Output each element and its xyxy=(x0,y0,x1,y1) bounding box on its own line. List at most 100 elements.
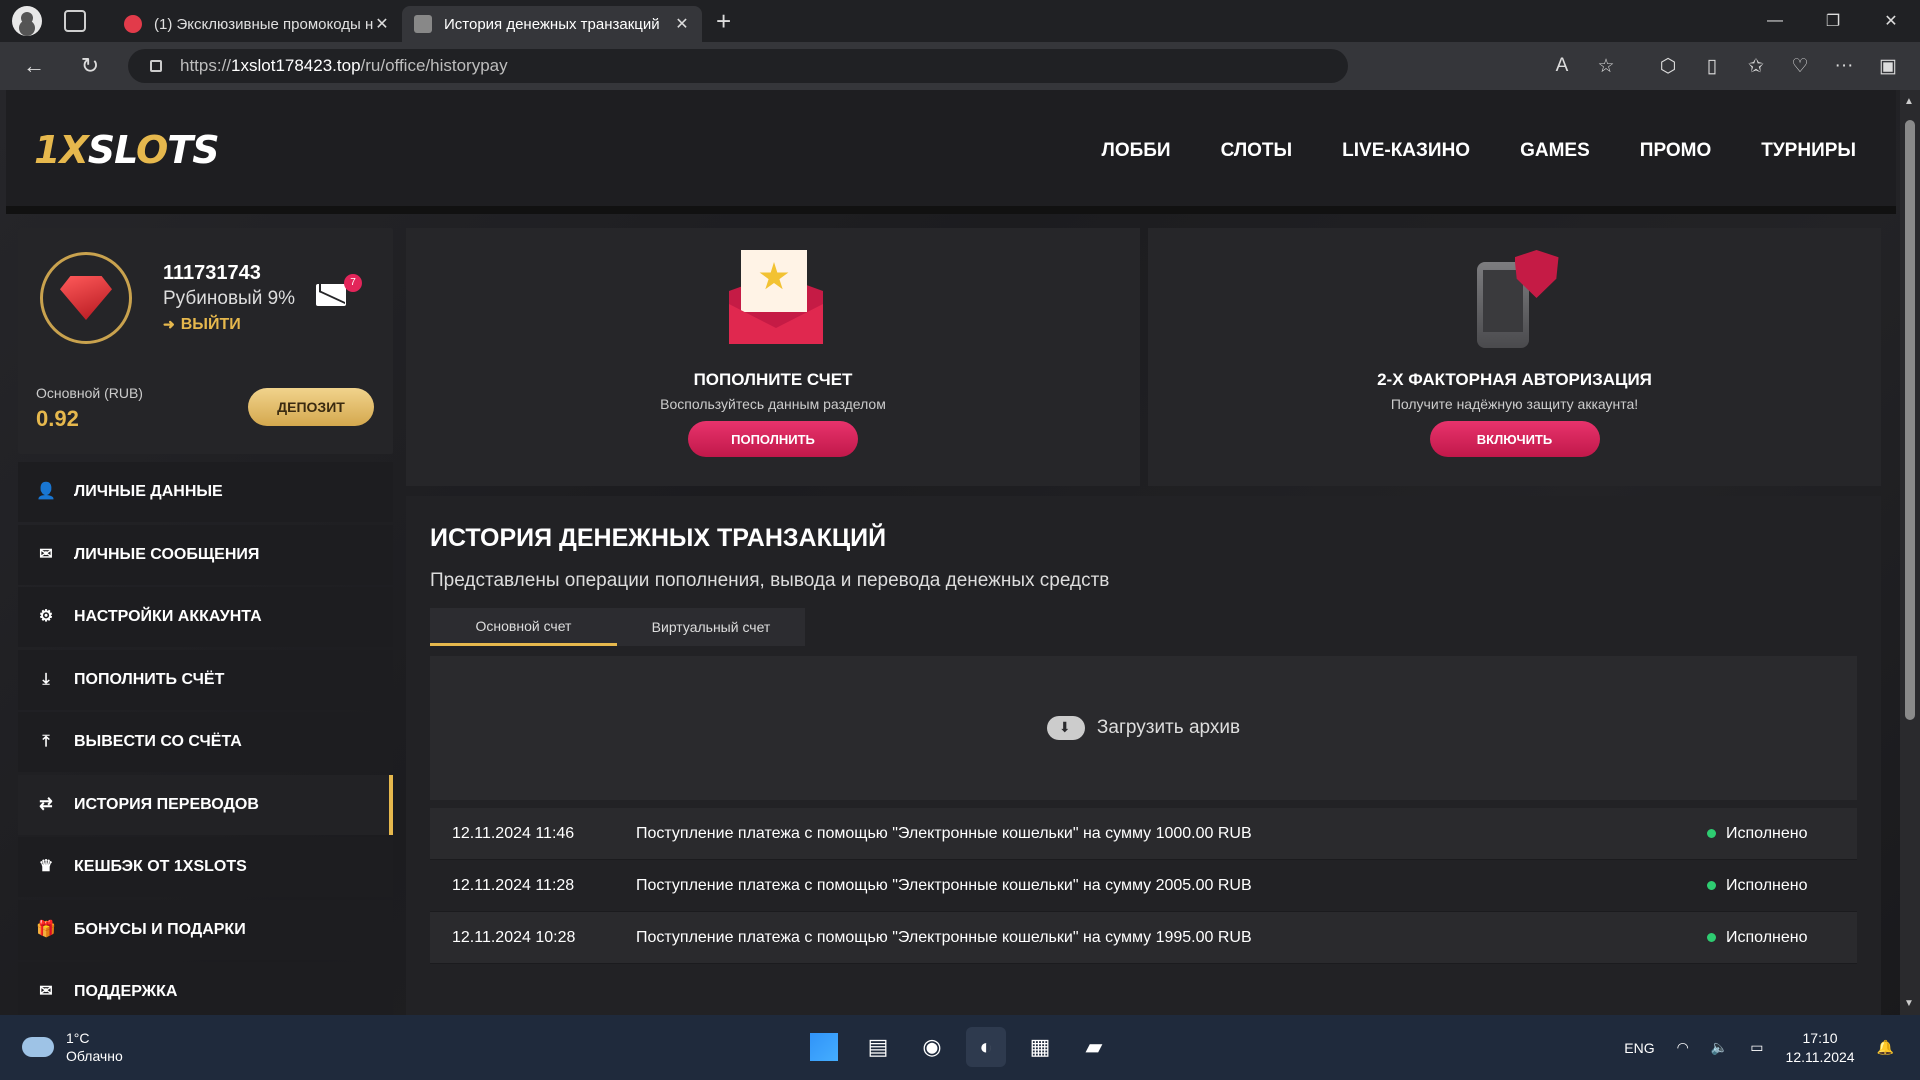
battery-icon[interactable]: ▭ xyxy=(1750,1039,1763,1056)
volume-icon[interactable]: 🔈 xyxy=(1711,1039,1728,1056)
deposit-button[interactable]: ДЕПОЗИТ xyxy=(248,388,374,426)
favorites-icon[interactable]: ✩ xyxy=(1734,55,1778,78)
os-taskbar: 1°C Облачно ▤ ◉ ◐ ▦ ▰ ENG ◠ 🔈 ▭ 17:10 12… xyxy=(0,1015,1920,1080)
transaction-description: Поступление платежа с помощью "Электронн… xyxy=(636,928,1252,946)
gift-icon: 🎁 xyxy=(36,920,56,938)
new-tab-icon[interactable]: + xyxy=(716,6,731,37)
workspaces-icon[interactable] xyxy=(64,10,86,32)
reload-icon[interactable]: ↻ xyxy=(70,46,110,86)
close-tab-icon[interactable]: ✕ xyxy=(374,14,390,34)
menu-item-account-settings[interactable]: ⚙ НАСТРОЙКИ АККАУНТА xyxy=(18,587,393,647)
download-archive-button[interactable]: Загрузить архив xyxy=(430,656,1857,800)
split-screen-icon[interactable]: ▯ xyxy=(1690,55,1734,78)
status-badge: Исполнено xyxy=(1707,825,1857,843)
close-window-icon[interactable]: ✕ xyxy=(1862,0,1920,42)
chat-icon[interactable]: ◉ xyxy=(912,1027,952,1067)
page-title: ИСТОРИЯ ДЕНЕЖНЫХ ТРАНЗАКЦИЙ xyxy=(430,524,887,552)
mail-icon[interactable] xyxy=(316,284,346,306)
menu-item-deposit[interactable]: ⤓ ПОПОЛНИТЬ СЧЁТ xyxy=(18,649,393,710)
page-viewport: 1XSLOTS ЛОББИ СЛОТЫ LIVE-КАЗИНО GAMES ПР… xyxy=(0,90,1920,1015)
back-arrow-icon[interactable]: ← xyxy=(14,46,54,86)
promo-card-deposit: ПОПОЛНИТЕ СЧЕТ Воспользуйтесь данным раз… xyxy=(406,228,1140,486)
site-favicon-icon xyxy=(124,15,142,33)
edge-browser-icon[interactable]: ◐ xyxy=(966,1027,1006,1067)
wifi-icon[interactable]: ◠ xyxy=(1677,1039,1689,1056)
scroll-up-icon[interactable]: ▲ xyxy=(1904,96,1914,107)
minimize-icon[interactable]: — xyxy=(1746,0,1804,42)
store-icon[interactable]: ▦ xyxy=(1020,1027,1060,1067)
browser-tab-promocodes[interactable]: (1) Эксклюзивные промокоды н ✕ xyxy=(112,6,402,42)
user-icon: 👤 xyxy=(36,483,56,500)
browser-tab-bar: (1) Эксклюзивные промокоды н ✕ История д… xyxy=(0,0,1920,42)
nav-promo[interactable]: ПРОМО xyxy=(1640,140,1711,162)
menu-item-transfer-history[interactable]: ⇄ ИСТОРИЯ ПЕРЕВОДОВ xyxy=(18,774,393,835)
menu-item-support[interactable]: ✉ ПОДДЕРЖКА xyxy=(18,962,393,1015)
promo-title: ПОПОЛНИТЕ СЧЕТ xyxy=(693,370,853,389)
url-field[interactable]: https://1xslot178423.top/ru/office/histo… xyxy=(128,49,1348,83)
profile-card: 111731743 Рубиновый 9% ➜ ВЫЙТИ 7 Основной… xyxy=(18,228,393,454)
status-dot-icon xyxy=(1707,933,1716,942)
scroll-down-icon[interactable]: ▼ xyxy=(1904,998,1914,1009)
account-menu: 👤 ЛИЧНЫЕ ДАННЫЕ ✉ ЛИЧНЫЕ СООБЩЕНИЯ ⚙ НАСТРО… xyxy=(18,462,393,1015)
windows-start-icon[interactable] xyxy=(810,1033,838,1061)
mail-count-badge: 7 xyxy=(344,274,362,292)
status-badge: Исполнено xyxy=(1707,929,1857,947)
phone-shield-icon xyxy=(1465,250,1565,350)
logout-icon: ➜ xyxy=(163,316,175,332)
menu-item-personal-data[interactable]: 👤 ЛИЧНЫЕ ДАННЫЕ xyxy=(18,462,393,522)
url-path: /ru/office/historypay xyxy=(360,56,508,75)
promo-card-2fa: 2-Х ФАКТОРНАЯ АВТОРИЗАЦИЯ Получите надёж… xyxy=(1148,228,1881,486)
scrollbar-thumb[interactable] xyxy=(1905,120,1915,720)
status-dot-icon xyxy=(1707,829,1716,838)
promo-subtitle: Получите надёжную защиту аккаунта! xyxy=(1390,396,1639,412)
favorite-star-icon[interactable]: ☆ xyxy=(1584,55,1628,78)
extensions-icon[interactable]: ⬡ xyxy=(1646,55,1690,78)
user-id: 111731743 xyxy=(163,262,261,284)
table-row: 12.11.2024 11:46 Поступление платежа с п… xyxy=(430,808,1857,860)
site-header: 1XSLOTS ЛОББИ СЛОТЫ LIVE-КАЗИНО GAMES ПР… xyxy=(6,90,1896,214)
ruby-rank-icon xyxy=(40,252,132,344)
close-tab-icon[interactable]: ✕ xyxy=(674,14,690,34)
nav-tournaments[interactable]: ТУРНИРЫ xyxy=(1761,140,1856,162)
url-scheme: https:// xyxy=(180,56,232,75)
nav-live-casino[interactable]: LIVE-КАЗИНО xyxy=(1342,140,1470,162)
nav-games[interactable]: GAMES xyxy=(1520,140,1590,162)
user-rank: Рубиновый 9% xyxy=(163,288,296,309)
menu-item-messages[interactable]: ✉ ЛИЧНЫЕ СООБЩЕНИЯ xyxy=(18,524,393,585)
more-menu-icon[interactable]: ··· xyxy=(1822,55,1866,77)
topup-button[interactable]: ПОПОЛНИТЬ xyxy=(688,421,858,457)
browser-address-bar: ← ↻ https://1xslot178423.top/ru/office/h… xyxy=(0,42,1920,90)
menu-item-cashback[interactable]: ♛ КЕШБЭК ОТ 1XSLOTS xyxy=(18,837,393,897)
logout-link[interactable]: ➜ ВЫЙТИ xyxy=(163,316,241,334)
sidebar-toggle-icon[interactable]: ▣ xyxy=(1866,55,1910,78)
table-row: 12.11.2024 11:28 Поступление платежа с п… xyxy=(430,860,1857,912)
balance-label: Основной (RUB) xyxy=(36,385,143,401)
envelope-star-icon xyxy=(723,250,823,350)
profile-avatar-icon[interactable] xyxy=(12,6,42,36)
enable-2fa-button[interactable]: ВКЛЮЧИТЬ xyxy=(1429,421,1600,457)
tab-virtual-account[interactable]: Виртуальный счет xyxy=(617,608,805,646)
clock[interactable]: 17:10 12.11.2024 xyxy=(1786,1029,1855,1067)
tab-main-account[interactable]: Основной счет xyxy=(430,608,617,646)
file-explorer-icon[interactable]: ▰ xyxy=(1074,1027,1114,1067)
read-aloud-icon[interactable]: A xyxy=(1540,55,1584,77)
browser-essentials-icon[interactable]: ♡ xyxy=(1778,55,1822,78)
site-logo[interactable]: 1XSLOTS xyxy=(34,128,220,172)
weather-widget[interactable]: 1°C Облачно xyxy=(22,1029,123,1065)
notifications-bell-icon[interactable]: 🔔 xyxy=(1877,1039,1894,1056)
restore-icon[interactable]: ❐ xyxy=(1804,0,1862,42)
nav-lobby[interactable]: ЛОББИ xyxy=(1101,140,1170,162)
site-favicon-icon xyxy=(414,15,432,33)
transaction-date: 12.11.2024 11:28 xyxy=(452,876,575,894)
mail-icon: ✉ xyxy=(39,545,53,563)
upload-icon: ⤒ xyxy=(42,733,50,750)
menu-item-bonuses[interactable]: 🎁 БОНУСЫ И ПОДАРКИ xyxy=(18,899,393,960)
browser-tab-history[interactable]: История денежных транзакций ✕ xyxy=(402,6,702,42)
language-indicator[interactable]: ENG xyxy=(1624,1040,1654,1056)
page-scrollbar[interactable]: ▲ ▼ xyxy=(1900,90,1920,1015)
nav-slots[interactable]: СЛОТЫ xyxy=(1221,140,1293,162)
status-badge: Исполнено xyxy=(1707,877,1857,895)
task-view-icon[interactable]: ▤ xyxy=(858,1027,898,1067)
transaction-description: Поступление платежа с помощью "Электронн… xyxy=(636,824,1252,842)
menu-item-withdraw[interactable]: ⤒ ВЫВЕСТИ СО СЧЁТА xyxy=(18,712,393,772)
